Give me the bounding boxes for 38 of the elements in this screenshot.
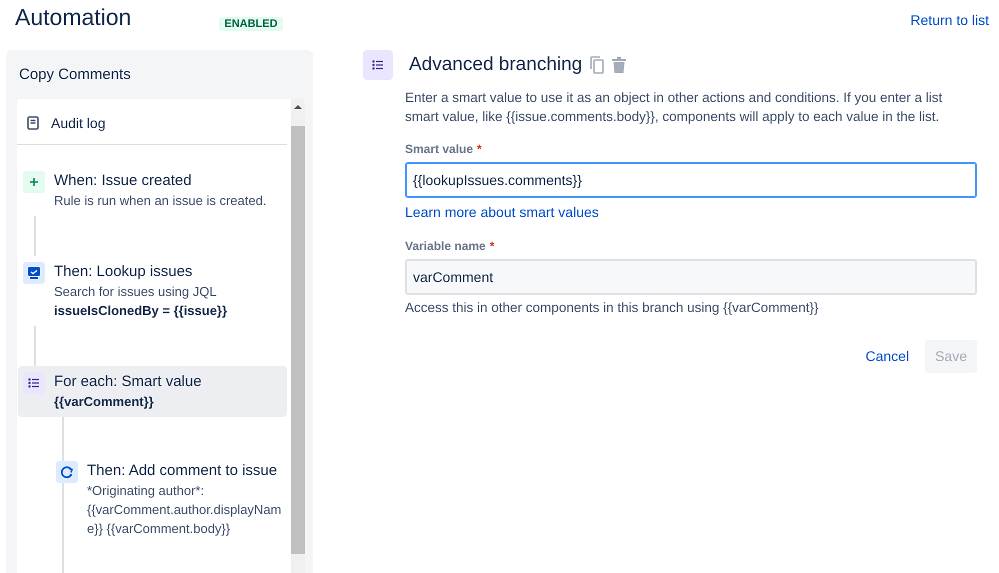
text-input[interactable]: varComment — [405, 259, 977, 295]
text-input[interactable]: {{lookupIssues.comments}} — [405, 162, 977, 198]
step-title: For each: Smart value — [54, 372, 202, 392]
intro-text: Enter a smart value to use it as an object in other actions and conditions. If you enter a list smart value, like {{issue.comments.body}}, components will apply to each value in the list. — [405, 89, 944, 126]
monitor-icon — [23, 262, 45, 284]
required-mark: * — [477, 142, 482, 156]
trash-icon[interactable] — [612, 57, 626, 73]
step-description: Rule is run when an issue is created. — [54, 192, 266, 210]
required-mark: * — [490, 239, 494, 253]
document-icon — [27, 116, 39, 130]
step-title: Then: Lookup issues — [54, 262, 194, 282]
editor-title: Advanced branching — [409, 54, 582, 76]
step-description: Search for issues using JQL — [54, 282, 218, 300]
list-icon — [23, 372, 45, 394]
plus-icon — [23, 170, 45, 192]
step-detail: {{varComment}} — [54, 392, 155, 410]
rule-step[interactable]: For each: Smart value {{varComment}} — [18, 366, 287, 416]
step-title: Then: Add comment to issue — [87, 460, 278, 480]
help-text: Access this in other components in this branch using {{varComment}} — [405, 299, 820, 317]
rule-step[interactable]: Then: Lookup issues Search for issues using JQL issueIsClonedBy = {{issue}} — [18, 256, 287, 326]
step-title: When: Issue created — [54, 170, 193, 190]
copy-icon[interactable] — [590, 56, 604, 74]
menu-label[interactable]: Audit log — [51, 112, 106, 134]
field-label: Smart value * — [405, 141, 483, 158]
cancel-button[interactable]: Cancel — [853, 340, 922, 374]
page-title: Automation — [15, 4, 132, 32]
list-icon — [363, 50, 393, 80]
status-label: ENABLED — [219, 17, 283, 31]
field-label: Variable name * — [405, 238, 496, 255]
rule-step[interactable]: Then: Add comment to issue *Originating author*: {{varComment.author.displayName}} {{varComment.body}} — [51, 454, 287, 544]
rule-name: Copy Comments — [19, 65, 132, 85]
refresh-icon — [56, 460, 78, 482]
step-description: *Originating author*: {{varComment.author.displayName}} {{varComment.body}} — [87, 482, 282, 538]
step-detail: issueIsClonedBy = {{issue}} — [54, 302, 228, 320]
up-arrow-icon — [294, 104, 302, 110]
learn-more-link[interactable]: Learn more about smart values — [405, 202, 599, 223]
rule-step[interactable]: When: Issue created Rule is run when an issue is created. — [18, 164, 287, 216]
return-link[interactable]: Return to list — [910, 10, 989, 31]
